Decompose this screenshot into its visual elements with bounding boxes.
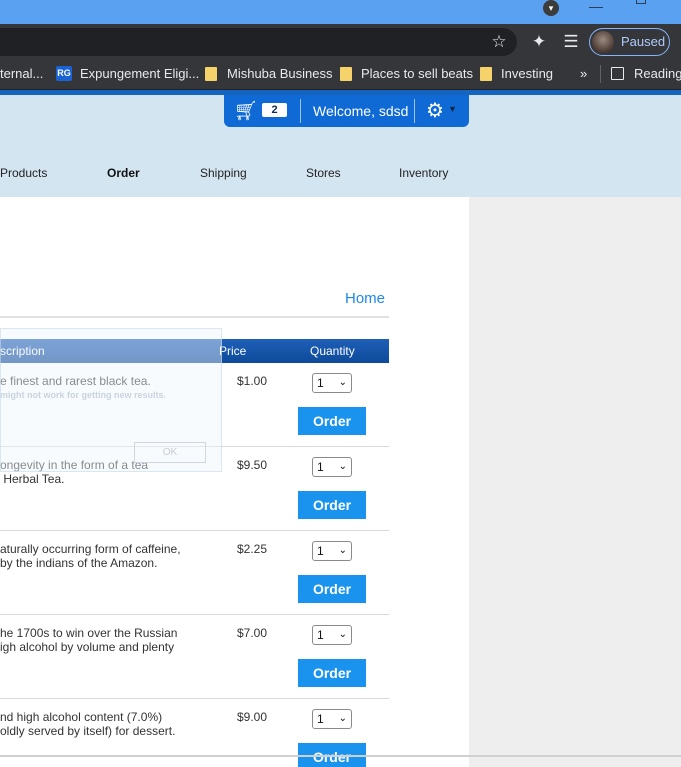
nav-inventory[interactable]: Inventory xyxy=(399,166,448,180)
avatar xyxy=(592,31,614,53)
minimize-icon[interactable] xyxy=(589,0,603,8)
row-price: $9.00 xyxy=(237,710,268,724)
row-description: aturally occurring form of caffeine, by … xyxy=(0,542,181,570)
quantity-value: 1 xyxy=(317,460,324,474)
extensions-icon[interactable]: ✦ xyxy=(528,32,550,52)
chevron-down-icon[interactable]: ▼ xyxy=(448,104,457,114)
quantity-value: 1 xyxy=(317,628,324,642)
order-button[interactable]: Order xyxy=(298,491,366,519)
quantity-select[interactable]: 1 ⌄ xyxy=(312,457,352,477)
row-description: he 1700s to win over the Russian igh alc… xyxy=(0,626,178,654)
folder-icon xyxy=(205,67,217,81)
order-button[interactable]: Order xyxy=(298,659,366,687)
gear-icon[interactable]: ⚙ xyxy=(426,98,444,123)
bookmark-expungement[interactable]: Expungement Eligi... xyxy=(80,66,199,82)
profile-status: Paused xyxy=(621,34,666,49)
header-quantity: Quantity xyxy=(310,344,355,358)
user-bar-divider xyxy=(300,99,301,123)
bookmark-star-icon[interactable]: ☆ xyxy=(488,32,510,52)
table-row: he 1700s to win over the Russian igh alc… xyxy=(0,615,389,699)
folder-icon xyxy=(340,67,352,81)
bottom-border xyxy=(0,755,681,757)
quantity-select[interactable]: 1 ⌄ xyxy=(312,709,352,729)
row-price: $2.25 xyxy=(237,542,268,556)
home-link[interactable]: Home xyxy=(345,290,385,307)
cart-count-badge: 2 xyxy=(262,103,287,117)
tab-search-icon[interactable]: ▾ xyxy=(543,0,559,16)
nav-order[interactable]: Order xyxy=(107,166,140,180)
chevron-down-icon: ⌄ xyxy=(338,461,347,472)
reading-list-icon xyxy=(611,67,624,80)
cart-icon[interactable]: 🛒︎ xyxy=(234,99,258,123)
nav-shipping[interactable]: Shipping xyxy=(200,166,247,180)
browser-title-bar xyxy=(0,0,681,24)
chevron-down-icon: ⌄ xyxy=(338,377,347,388)
nav-stores[interactable]: Stores xyxy=(306,166,341,180)
quantity-value: 1 xyxy=(317,544,324,558)
nav-products[interactable]: Products xyxy=(0,166,47,180)
quantity-select[interactable]: 1 ⌄ xyxy=(312,625,352,645)
welcome-text: Welcome, sdsd xyxy=(313,103,409,119)
bookmark-places[interactable]: Places to sell beats xyxy=(361,66,473,82)
bookmarks-divider xyxy=(600,65,601,83)
chevron-down-icon: ⌄ xyxy=(338,545,347,556)
table-row: aturally occurring form of caffeine, by … xyxy=(0,531,389,615)
row-description: nd high alcohol content (7.0%) oldly ser… xyxy=(0,710,176,738)
order-button[interactable]: Order xyxy=(298,407,366,435)
media-queue-icon[interactable]: ☰ xyxy=(560,32,582,52)
quantity-select[interactable]: 1 ⌄ xyxy=(312,373,352,393)
row-price: $9.50 xyxy=(237,458,268,472)
right-sidebar xyxy=(469,197,681,767)
bookmark-investing[interactable]: Investing xyxy=(501,66,553,82)
divider xyxy=(0,316,389,318)
order-button[interactable]: Order xyxy=(298,575,366,603)
dialog-message: might not work for getting new results. xyxy=(0,390,167,400)
user-bar-divider xyxy=(414,99,415,123)
chevron-down-icon: ⌄ xyxy=(338,629,347,640)
bookmark-mishuba[interactable]: Mishuba Business xyxy=(227,66,333,82)
rg-icon: RG xyxy=(56,66,72,81)
row-price: $7.00 xyxy=(237,626,268,640)
reading-list-button[interactable]: Reading xyxy=(634,66,681,82)
restore-icon[interactable] xyxy=(636,0,646,4)
folder-icon xyxy=(480,67,492,81)
row-price: $1.00 xyxy=(237,374,268,388)
more-bookmarks-icon[interactable]: » xyxy=(580,66,587,81)
address-bar[interactable] xyxy=(0,28,517,56)
quantity-select[interactable]: 1 ⌄ xyxy=(312,541,352,561)
header-price: Price xyxy=(219,344,247,358)
chevron-down-icon: ⌄ xyxy=(338,713,347,724)
quantity-value: 1 xyxy=(317,712,324,726)
bookmark-internal[interactable]: ternal... xyxy=(0,66,43,82)
quantity-value: 1 xyxy=(317,376,324,390)
dialog-ok-button[interactable]: OK xyxy=(134,442,206,463)
